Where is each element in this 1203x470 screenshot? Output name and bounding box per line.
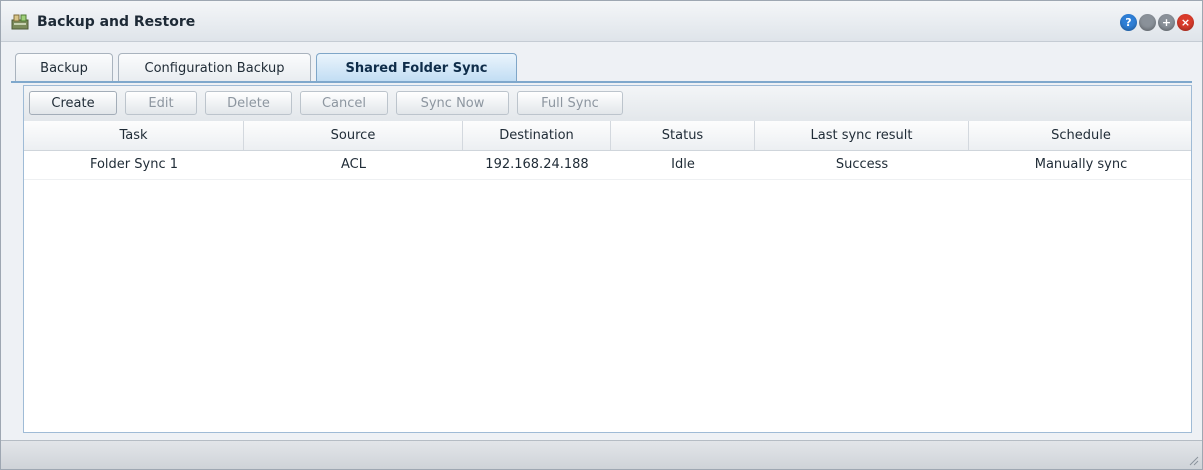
edit-button[interactable]: Edit bbox=[125, 91, 197, 115]
tab-divider bbox=[11, 81, 1192, 83]
table-header: Task Source Destination Status Last sync… bbox=[24, 121, 1191, 151]
window-title: Backup and Restore bbox=[37, 14, 196, 30]
backup-and-restore-window: Backup and Restore ? + × Backup Configur… bbox=[0, 0, 1203, 470]
maximize-icon[interactable]: + bbox=[1158, 14, 1175, 31]
column-header-source[interactable]: Source bbox=[244, 121, 463, 150]
cell-destination: 192.168.24.188 bbox=[485, 157, 589, 172]
column-header-destination[interactable]: Destination bbox=[463, 121, 611, 150]
minimize-icon[interactable] bbox=[1139, 14, 1156, 31]
tab-configuration-backup[interactable]: Configuration Backup bbox=[118, 53, 311, 82]
cancel-button[interactable]: Cancel bbox=[300, 91, 388, 115]
column-header-status[interactable]: Status bbox=[611, 121, 755, 150]
status-bar bbox=[1, 440, 1202, 469]
cell-last-sync-result: Success bbox=[835, 157, 889, 172]
create-button[interactable]: Create bbox=[29, 91, 117, 115]
delete-button[interactable]: Delete bbox=[205, 91, 292, 115]
tab-shared-folder-sync[interactable]: Shared Folder Sync bbox=[316, 53, 517, 83]
cell-task: Folder Sync 1 bbox=[89, 157, 179, 172]
backup-restore-app-icon bbox=[11, 14, 29, 30]
table-row[interactable]: Folder Sync 1 ACL 192.168.24.188 Idle Su… bbox=[24, 150, 1191, 180]
full-sync-button[interactable]: Full Sync bbox=[517, 91, 623, 115]
tab-backup[interactable]: Backup bbox=[15, 53, 113, 82]
cell-status: Idle bbox=[671, 157, 695, 172]
cell-schedule: Manually sync bbox=[1034, 157, 1128, 172]
cell-source: ACL bbox=[341, 157, 366, 172]
sync-now-button[interactable]: Sync Now bbox=[396, 91, 509, 115]
column-header-last-sync-result[interactable]: Last sync result bbox=[755, 121, 969, 150]
title-bar[interactable]: Backup and Restore ? + × bbox=[1, 1, 1202, 42]
column-header-schedule[interactable]: Schedule bbox=[969, 121, 1193, 150]
help-icon[interactable]: ? bbox=[1120, 14, 1137, 31]
toolbar: Create Edit Delete Cancel Sync Now Full … bbox=[24, 86, 1191, 122]
tab-bar: Backup Configuration Backup Shared Folde… bbox=[15, 53, 522, 83]
resize-grip-icon[interactable] bbox=[1187, 454, 1199, 466]
column-header-task[interactable]: Task bbox=[24, 121, 244, 150]
shared-folder-sync-panel: Create Edit Delete Cancel Sync Now Full … bbox=[23, 85, 1192, 433]
window-controls: ? + × bbox=[1120, 14, 1194, 31]
close-icon[interactable]: × bbox=[1177, 14, 1194, 31]
